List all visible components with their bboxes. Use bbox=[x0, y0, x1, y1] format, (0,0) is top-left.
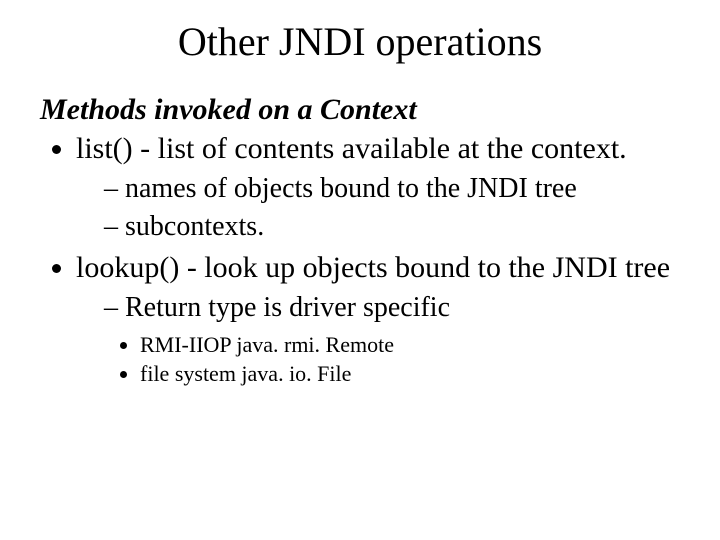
sublist: Return type is driver specific RMI-IIOP … bbox=[76, 291, 680, 388]
sublist: names of objects bound to the JNDI tree … bbox=[76, 172, 680, 244]
list-item: subcontexts. bbox=[104, 210, 680, 244]
slide-title: Other JNDI operations bbox=[40, 18, 680, 65]
list-item-text: list() - list of contents available at t… bbox=[76, 132, 627, 165]
subheading: Methods invoked on a Context bbox=[40, 93, 680, 127]
list-item: list() - list of contents available at t… bbox=[76, 131, 680, 244]
bullet-list: list() - list of contents available at t… bbox=[40, 131, 680, 388]
list-item: file system java. io. File bbox=[140, 360, 680, 388]
list-item: lookup() - look up objects bound to the … bbox=[76, 250, 680, 388]
list-item-text: subcontexts. bbox=[125, 211, 264, 242]
list-item-text: lookup() - look up objects bound to the … bbox=[76, 251, 670, 284]
list-item-text: RMI-IIOP java. rmi. Remote bbox=[140, 332, 394, 357]
list-item-text: file system java. io. File bbox=[140, 361, 351, 386]
list-item: Return type is driver specific RMI-IIOP … bbox=[104, 291, 680, 388]
list-item-text: Return type is driver specific bbox=[125, 292, 450, 323]
subsublist: RMI-IIOP java. rmi. Remote file system j… bbox=[104, 331, 680, 388]
list-item-text: names of objects bound to the JNDI tree bbox=[125, 173, 577, 204]
list-item: RMI-IIOP java. rmi. Remote bbox=[140, 331, 680, 359]
list-item: names of objects bound to the JNDI tree bbox=[104, 172, 680, 206]
slide: Other JNDI operations Methods invoked on… bbox=[0, 0, 720, 540]
